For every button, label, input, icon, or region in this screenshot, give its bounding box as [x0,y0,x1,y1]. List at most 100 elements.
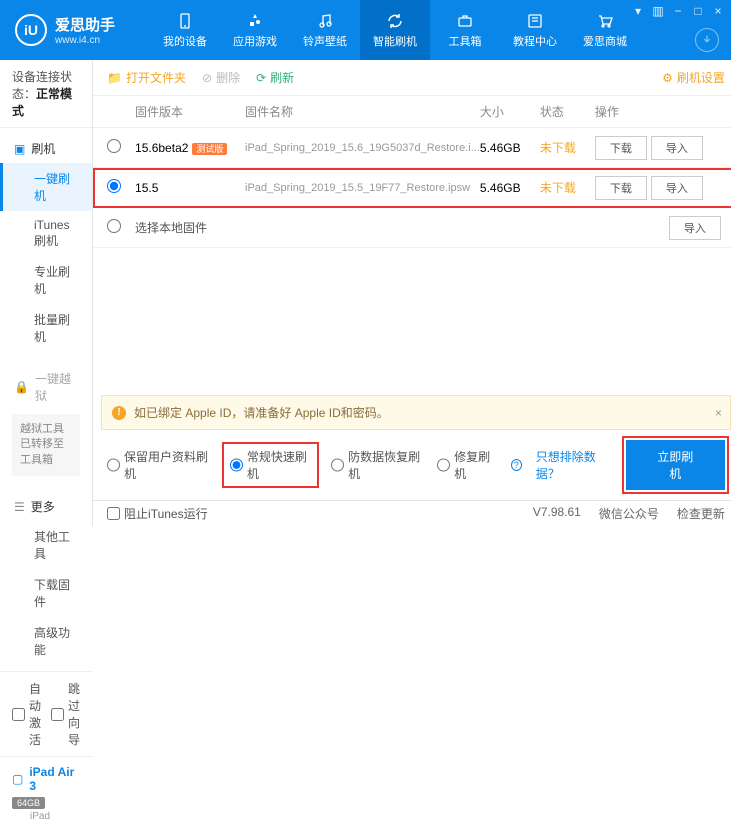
toolbox-icon [456,12,474,30]
minimize-icon[interactable]: − [671,4,685,18]
app-header: iU 爱思助手 www.i4.cn 我的设备 应用游戏 铃声壁纸 智能刷机 工具… [0,0,731,60]
flash-settings-button[interactable]: ⚙刷机设置 [662,69,725,86]
fw-status: 未下载 [540,179,595,196]
sidebar-other-tools[interactable]: 其他工具 [0,521,92,569]
storage-tag: 64GB [12,797,45,809]
sync-button[interactable] [695,28,719,52]
maximize-icon[interactable]: □ [691,4,705,18]
beta-badge: 测试版 [192,143,227,155]
opt-keep-data[interactable]: 保留用户资料刷机 [107,448,210,482]
device-type: iPad [12,811,80,822]
wechat-link[interactable]: 微信公众号 [599,505,659,522]
opt-normal-flash[interactable]: 常规快速刷机 [224,444,317,486]
col-ops: 操作 [595,103,725,120]
app-subtitle: www.i4.cn [55,35,115,46]
main-panel: 📁打开文件夹 ⊘删除 ⟳刷新 ⚙刷机设置 固件版本 固件名称 大小 状态 操作 … [93,60,731,526]
sidebar-oneclick-flash[interactable]: 一键刷机 [0,163,92,211]
block-itunes-checkbox[interactable]: 阻止iTunes运行 [107,505,208,522]
close-warning-button[interactable]: × [715,406,722,420]
sidebar-more-header[interactable]: ☰更多 [0,492,92,521]
window-controls: ▾ ▥ − □ × [631,4,725,18]
folder-icon: 📁 [107,71,122,85]
logo-icon: iU [15,14,47,46]
toolbar: 📁打开文件夹 ⊘删除 ⟳刷新 ⚙刷机设置 [93,60,731,96]
delete-button[interactable]: ⊘删除 [202,69,240,86]
status-bar: 阻止iTunes运行 V7.98.61 微信公众号 检查更新 [93,500,731,526]
close-icon[interactable]: × [711,4,725,18]
auto-activate-checkbox[interactable]: 自动激活 [12,680,41,748]
col-status: 状态 [540,103,595,120]
skip-guide-checkbox[interactable]: 跳过向导 [51,680,80,748]
help-icon[interactable]: ? [511,459,522,471]
col-name: 固件名称 [245,103,480,120]
download-button[interactable]: 下载 [595,136,647,160]
sidebar-flash-header[interactable]: ▣刷机 [0,134,92,163]
warning-icon: ! [112,406,126,420]
sidebar-download-fw[interactable]: 下载固件 [0,569,92,617]
fw-filename: iPad_Spring_2019_15.5_19F77_Restore.ipsw [245,182,480,194]
firmware-radio[interactable] [107,139,121,153]
firmware-radio[interactable] [107,219,121,233]
square-icon: ▣ [14,142,25,156]
firmware-row[interactable]: 15.6beta2 测试版 iPad_Spring_2019_15.6_19G50… [93,128,731,168]
warning-text: 如已绑定 Apple ID，请准备好 Apple ID和密码。 [134,404,389,421]
main-nav: 我的设备 应用游戏 铃声壁纸 智能刷机 工具箱 教程中心 爱思商城 [150,0,640,60]
menu-icon: ☰ [14,500,25,514]
music-icon [316,12,334,30]
connection-status: 设备连接状态：正常模式 [0,60,92,128]
nav-flash[interactable]: 智能刷机 [360,0,430,60]
fw-filename: iPad_Spring_2019_15.6_19G5037d_Restore.i… [245,142,480,154]
book-icon [526,12,544,30]
sidebar: 设备连接状态：正常模式 ▣刷机 一键刷机 iTunes刷机 专业刷机 批量刷机 … [0,60,93,526]
menu-icon[interactable]: ▾ [631,4,645,18]
phone-icon [176,12,194,30]
nav-apps[interactable]: 应用游戏 [220,0,290,60]
version-label: V7.98.61 [533,505,581,522]
opt-repair[interactable]: 修复刷机 [437,448,497,482]
nav-store[interactable]: 爱思商城 [570,0,640,60]
refresh-icon: ⟳ [256,71,266,85]
local-firmware-row[interactable]: 选择本地固件 导入 [93,208,731,248]
device-name: iPad Air 3 [29,765,80,793]
sidebar-pro-flash[interactable]: 专业刷机 [0,256,92,304]
fw-version: 15.5 [135,181,158,195]
apps-icon [246,12,264,30]
import-button[interactable]: 导入 [651,176,703,200]
sidebar-advanced[interactable]: 高级功能 [0,617,92,665]
lock-icon: 🔒 [14,380,29,394]
download-button[interactable]: 下载 [595,176,647,200]
import-button[interactable]: 导入 [669,216,721,240]
firmware-row-selected[interactable]: 15.5 iPad_Spring_2019_15.5_19F77_Restore… [93,168,731,208]
col-version: 固件版本 [135,103,245,120]
sidebar-itunes-flash[interactable]: iTunes刷机 [0,211,92,256]
jailbreak-note: 越狱工具已转移至工具箱 [12,414,80,476]
cart-icon [596,12,614,30]
flash-options: 保留用户资料刷机 常规快速刷机 防数据恢复刷机 修复刷机 ? 只想排除数据？ 立… [93,430,731,500]
refresh-icon [386,12,404,30]
device-icon: ▢ [12,772,23,786]
app-title: 爱思助手 [55,14,115,35]
sidebar-jailbreak-header[interactable]: 🔒一键越狱 [0,364,92,410]
firmware-radio[interactable] [107,179,121,193]
table-header: 固件版本 固件名称 大小 状态 操作 [93,96,731,128]
nav-tutorials[interactable]: 教程中心 [500,0,570,60]
flash-now-button[interactable]: 立即刷机 [626,440,725,490]
warning-bar: ! 如已绑定 Apple ID，请准备好 Apple ID和密码。 × [101,395,731,430]
import-button[interactable]: 导入 [651,136,703,160]
fw-size: 5.46GB [480,141,540,155]
check-update-link[interactable]: 检查更新 [677,505,725,522]
nav-ringtones[interactable]: 铃声壁纸 [290,0,360,60]
fw-version: 15.6beta2 [135,141,188,155]
nav-toolbox[interactable]: 工具箱 [430,0,500,60]
fw-size: 5.46GB [480,181,540,195]
sidebar-batch-flash[interactable]: 批量刷机 [0,304,92,352]
open-folder-button[interactable]: 📁打开文件夹 [107,69,186,86]
trash-icon: ⊘ [202,71,212,85]
exclude-data-link[interactable]: 只想排除数据？ [536,448,612,482]
gear-icon: ⚙ [662,71,673,85]
nav-my-device[interactable]: 我的设备 [150,0,220,60]
opt-antirecovery[interactable]: 防数据恢复刷机 [331,448,423,482]
theme-icon[interactable]: ▥ [651,4,665,18]
logo: iU 爱思助手 www.i4.cn [0,14,150,46]
refresh-button[interactable]: ⟳刷新 [256,69,294,86]
